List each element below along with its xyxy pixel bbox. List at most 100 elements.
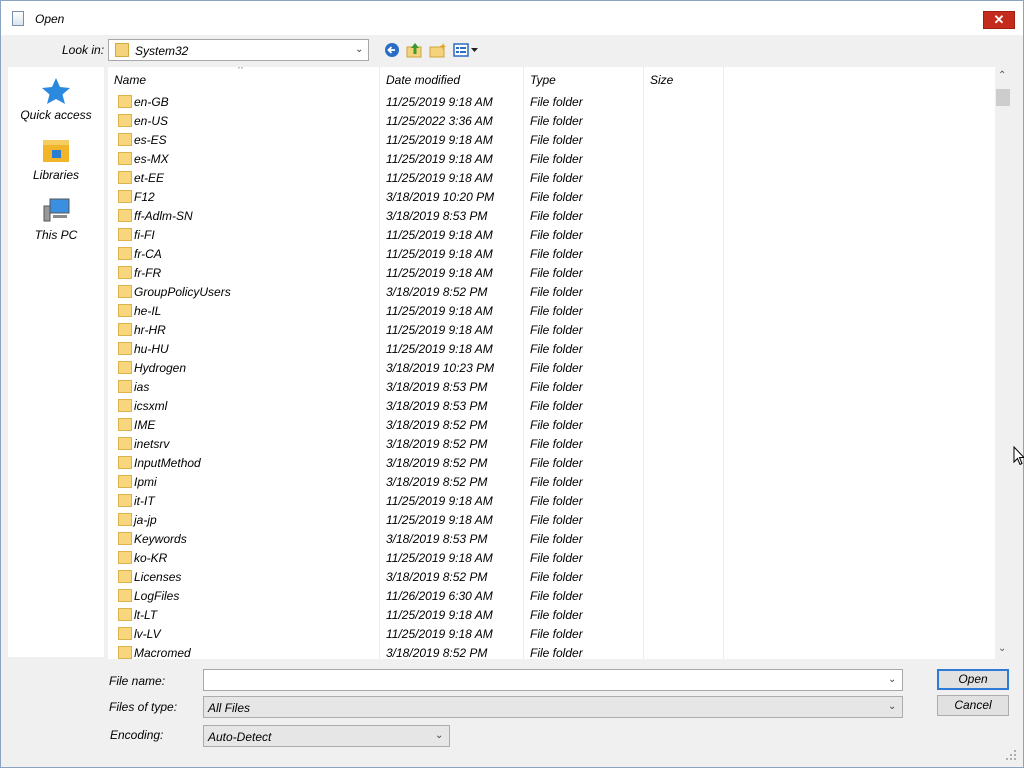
table-row[interactable]: en-GB 11/25/2019 9:18 AM File folder: [108, 92, 995, 111]
column-header-date[interactable]: Date modified: [379, 67, 523, 93]
place-libraries[interactable]: Libraries: [8, 135, 104, 191]
file-list[interactable]: Name ^ Date modified Type Size en-GB 11/2…: [108, 67, 995, 659]
open-button[interactable]: Open: [937, 669, 1009, 690]
chevron-down-icon[interactable]: ⌄: [355, 44, 363, 55]
column-header-size[interactable]: Size: [643, 67, 723, 93]
file-name-cell: hr-HR: [134, 323, 166, 337]
date-modified-cell: 11/26/2019 6:30 AM: [386, 589, 493, 603]
table-row[interactable]: Ipmi 3/18/2019 8:52 PM File folder: [108, 472, 995, 491]
close-button[interactable]: ✕: [983, 11, 1015, 29]
scrollbar-thumb[interactable]: [996, 89, 1010, 106]
table-row[interactable]: lt-LT 11/25/2019 9:18 AM File folder: [108, 605, 995, 624]
file-name-cell: Hydrogen: [134, 361, 187, 375]
chevron-down-icon[interactable]: ⌄: [888, 701, 896, 712]
look-in-combo[interactable]: System32 ⌄: [108, 39, 369, 61]
up-folder-icon[interactable]: [406, 42, 424, 58]
files-of-type-label: Files of type:: [109, 700, 178, 714]
file-name-cell: lt-LT: [134, 608, 158, 622]
date-modified-cell: 3/18/2019 8:53 PM: [386, 209, 488, 223]
column-header-label: Type: [530, 73, 556, 87]
table-row[interactable]: IME 3/18/2019 8:52 PM File folder: [108, 415, 995, 434]
file-name-input[interactable]: ⌄: [203, 669, 903, 691]
folder-icon: [118, 570, 132, 583]
table-row[interactable]: es-MX 11/25/2019 9:18 AM File folder: [108, 149, 995, 168]
table-row[interactable]: ja-jp 11/25/2019 9:18 AM File folder: [108, 510, 995, 529]
table-row[interactable]: ff-Adlm-SN 3/18/2019 8:53 PM File folder: [108, 206, 995, 225]
table-row[interactable]: ko-KR 11/25/2019 9:18 AM File folder: [108, 548, 995, 567]
file-name-cell: LogFiles: [134, 589, 180, 603]
table-row[interactable]: Macromed 3/18/2019 8:52 PM File folder: [108, 643, 995, 659]
type-cell: File folder: [530, 380, 583, 394]
table-row[interactable]: Hydrogen 3/18/2019 10:23 PM File folder: [108, 358, 995, 377]
type-cell: File folder: [530, 475, 583, 489]
window-title: Open: [35, 12, 65, 26]
cancel-button[interactable]: Cancel: [937, 695, 1009, 716]
column-header-type[interactable]: Type: [523, 67, 643, 93]
sort-ascending-icon: ^: [238, 67, 243, 75]
place-this-pc[interactable]: This PC: [8, 195, 104, 251]
table-row[interactable]: icsxml 3/18/2019 8:53 PM File folder: [108, 396, 995, 415]
place-quick-access[interactable]: Quick access: [8, 75, 104, 131]
table-row[interactable]: inetsrv 3/18/2019 8:52 PM File folder: [108, 434, 995, 453]
table-row[interactable]: he-IL 11/25/2019 9:18 AM File folder: [108, 301, 995, 320]
file-name-cell: hu-HU: [134, 342, 169, 356]
dialog-icon: [12, 11, 24, 26]
date-modified-cell: 11/25/2019 9:18 AM: [386, 551, 493, 565]
file-name-cell: es-ES: [134, 133, 167, 147]
date-modified-cell: 11/25/2019 9:18 AM: [386, 152, 493, 166]
table-row[interactable]: hr-HR 11/25/2019 9:18 AM File folder: [108, 320, 995, 339]
table-row[interactable]: Keywords 3/18/2019 8:53 PM File folder: [108, 529, 995, 548]
table-row[interactable]: InputMethod 3/18/2019 8:52 PM File folder: [108, 453, 995, 472]
table-row[interactable]: et-EE 11/25/2019 9:18 AM File folder: [108, 168, 995, 187]
resize-grip-icon[interactable]: [1005, 749, 1017, 761]
table-row[interactable]: fr-FR 11/25/2019 9:18 AM File folder: [108, 263, 995, 282]
date-modified-cell: 11/25/2019 9:18 AM: [386, 133, 493, 147]
date-modified-cell: 3/18/2019 8:53 PM: [386, 399, 488, 413]
date-modified-cell: 11/25/2019 9:18 AM: [386, 304, 493, 318]
new-folder-icon[interactable]: [429, 42, 447, 58]
folder-icon: [118, 627, 132, 640]
scroll-up-icon[interactable]: ⌃: [998, 70, 1006, 81]
type-cell: File folder: [530, 627, 583, 641]
table-row[interactable]: fr-CA 11/25/2019 9:18 AM File folder: [108, 244, 995, 263]
place-label: Quick access: [20, 108, 92, 122]
table-row[interactable]: ias 3/18/2019 8:53 PM File folder: [108, 377, 995, 396]
date-modified-cell: 11/25/2019 9:18 AM: [386, 247, 493, 261]
table-row[interactable]: es-ES 11/25/2019 9:18 AM File folder: [108, 130, 995, 149]
title-bar[interactable]: Open ✕: [1, 1, 1023, 35]
table-row[interactable]: LogFiles 11/26/2019 6:30 AM File folder: [108, 586, 995, 605]
type-cell: File folder: [530, 95, 583, 109]
column-header-name[interactable]: Name ^: [108, 67, 379, 93]
table-row[interactable]: it-IT 11/25/2019 9:18 AM File folder: [108, 491, 995, 510]
encoding-select[interactable]: Auto-Detect ⌄: [203, 725, 450, 747]
look-in-label: Look in:: [62, 43, 105, 57]
vertical-scrollbar[interactable]: ⌃ ⌄: [995, 67, 1012, 659]
table-row[interactable]: hu-HU 11/25/2019 9:18 AM File folder: [108, 339, 995, 358]
type-cell: File folder: [530, 570, 583, 584]
table-row[interactable]: Licenses 3/18/2019 8:52 PM File folder: [108, 567, 995, 586]
table-row[interactable]: lv-LV 11/25/2019 9:18 AM File folder: [108, 624, 995, 643]
file-name-cell: Macromed: [134, 646, 191, 659]
table-row[interactable]: GroupPolicyUsers 3/18/2019 8:52 PM File fo…: [108, 282, 995, 301]
view-menu-icon[interactable]: [453, 42, 479, 58]
folder-icon: [118, 228, 132, 241]
date-modified-cell: 11/25/2019 9:18 AM: [386, 627, 493, 641]
chevron-down-icon[interactable]: ⌄: [435, 730, 443, 741]
file-name-cell: Ipmi: [134, 475, 157, 489]
folder-icon: [118, 494, 132, 507]
date-modified-cell: 3/18/2019 8:53 PM: [386, 380, 488, 394]
table-row[interactable]: fi-FI 11/25/2019 9:18 AM File folder: [108, 225, 995, 244]
table-row[interactable]: en-US 11/25/2022 3:36 AM File folder: [108, 111, 995, 130]
table-row[interactable]: F12 3/18/2019 10:20 PM File folder: [108, 187, 995, 206]
file-name-cell: ja-jp: [134, 513, 157, 527]
chevron-down-icon[interactable]: ⌄: [888, 674, 896, 685]
date-modified-cell: 3/18/2019 8:52 PM: [386, 570, 488, 584]
date-modified-cell: 11/25/2019 9:18 AM: [386, 323, 493, 337]
type-cell: File folder: [530, 342, 583, 356]
files-of-type-select[interactable]: All Files ⌄: [203, 696, 903, 718]
file-name-cell: ff-Adlm-SN: [134, 209, 193, 223]
type-cell: File folder: [530, 285, 583, 299]
type-cell: File folder: [530, 171, 583, 185]
scroll-down-icon[interactable]: ⌄: [998, 643, 1006, 654]
back-icon[interactable]: [383, 42, 401, 58]
